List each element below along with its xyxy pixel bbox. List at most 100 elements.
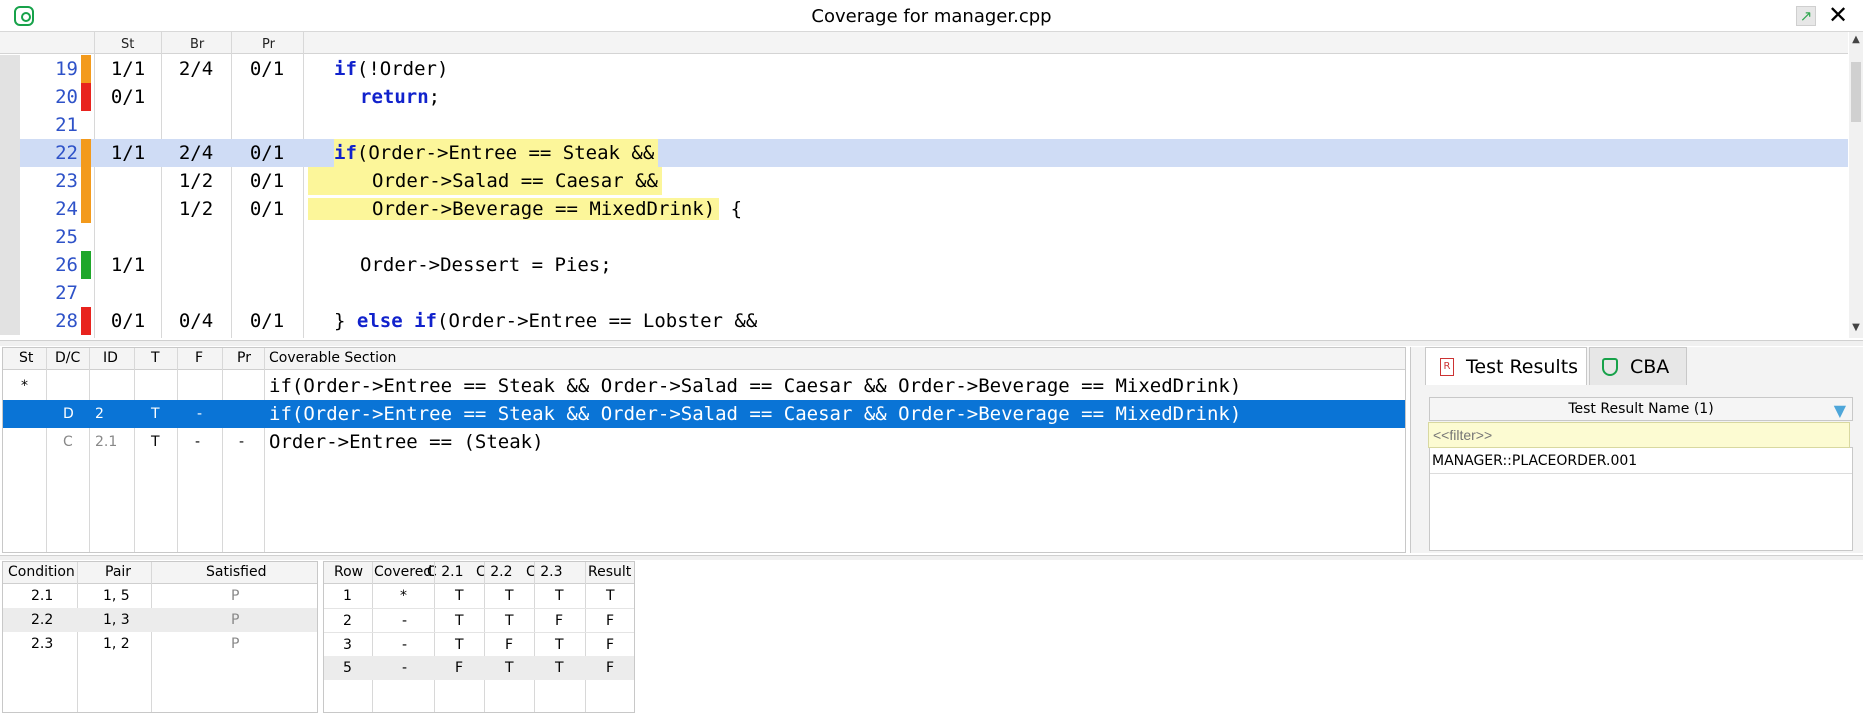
lower-splitter[interactable] [0, 555, 1863, 560]
pr-header[interactable]: Pr [237, 350, 251, 366]
truth-result: T [606, 588, 615, 604]
line-number: 22 [55, 142, 78, 164]
row-dc: D [63, 406, 74, 422]
code-line[interactable]: 28 0/1 0/4 0/1 } else if(Order->Entree =… [0, 307, 1848, 335]
test-results-list: MANAGER::PLACEORDER.001 [1429, 447, 1853, 551]
row-pr: - [239, 434, 245, 450]
condition-row[interactable]: 2.3 1, 2 P [3, 632, 317, 656]
row-section-text: Order->Entree == (Steak) [269, 431, 544, 453]
st-column-header[interactable]: St [121, 37, 134, 52]
section-row[interactable]: * if(Order->Entree == Steak && Order->Sa… [3, 372, 1405, 400]
dc-header[interactable]: D/C [55, 350, 80, 366]
sections-header: St D/C ID T F Pr Coverable Section [3, 348, 1405, 370]
condition-header[interactable]: Condition [8, 564, 75, 580]
condition-id: 2.3 [31, 636, 54, 652]
section-row-selected[interactable]: D 2 T - if(Order->Entree == Steak && Ord… [3, 400, 1405, 428]
tab-label: CBA [1630, 356, 1670, 378]
code-line[interactable]: 23 1/2 0/1 Order->Salad == Caesar && [0, 167, 1848, 195]
result-header[interactable]: Result [588, 564, 631, 580]
condition-satisfied: P [231, 588, 240, 604]
line-number: 27 [55, 282, 78, 304]
code-line[interactable]: 26 1/1 Order->Dessert = Pies; [0, 251, 1848, 279]
pr-column-header[interactable]: Pr [262, 37, 275, 52]
code-line[interactable]: 21 [0, 111, 1848, 139]
truth-c23: T [555, 637, 564, 653]
test-result-name-header[interactable]: Test Result Name (1) ▼ [1429, 397, 1853, 421]
pair-coverage: 0/1 [249, 310, 285, 332]
coverage-marker [81, 307, 91, 335]
truth-c23: T [555, 660, 564, 676]
filter-icon[interactable]: ▼ [1834, 400, 1846, 422]
code-line[interactable]: 19 1/1 2/4 0/1 if(!Order) [0, 55, 1848, 83]
tab-cba[interactable]: CBA [1589, 347, 1687, 385]
test-result-item[interactable]: MANAGER::PLACEORDER.001 [1430, 448, 1852, 474]
truth-covered: - [402, 637, 408, 653]
pair-coverage: 0/1 [249, 170, 285, 192]
t-header[interactable]: T [151, 350, 160, 366]
filter-input[interactable] [1428, 422, 1850, 448]
c22-header[interactable]: C 2.2 [476, 564, 513, 580]
row-header[interactable]: Row [334, 564, 363, 580]
row-dc: C [63, 434, 73, 450]
line-number: 24 [55, 198, 78, 220]
branch-coverage: 1/2 [178, 198, 214, 220]
line-number: 23 [55, 170, 78, 192]
code-line[interactable]: 25 [0, 223, 1848, 251]
truth-row-num: 5 [343, 660, 352, 676]
truth-row-num: 3 [343, 637, 352, 653]
pair-coverage: 0/1 [249, 142, 285, 164]
horizontal-splitter[interactable] [0, 340, 1863, 346]
c23-header[interactable]: C 2.3 [526, 564, 563, 580]
line-number: 28 [55, 310, 78, 332]
truth-c22: F [505, 637, 514, 653]
condition-pair: 1, 5 [103, 588, 130, 604]
window-title: Coverage for manager.cpp [811, 6, 1052, 27]
tab-label: Test Results [1466, 356, 1579, 378]
covered-header[interactable]: Covered [374, 564, 432, 580]
code-line-selected[interactable]: 22 1/1 2/4 0/1 if(Order->Entree == Steak… [0, 139, 1848, 167]
coverage-marker [81, 139, 91, 167]
pair-header[interactable]: Pair [105, 564, 131, 580]
coverage-window: Coverage for manager.cpp ↗ ✕ St Br Pr 19… [0, 0, 1863, 713]
test-results-icon: R [1440, 358, 1454, 376]
id-header[interactable]: ID [103, 350, 118, 366]
line-number: 19 [55, 58, 78, 80]
truth-row[interactable]: 1 * T T T T [324, 584, 634, 608]
truth-c22: T [505, 588, 514, 604]
truth-covered: * [400, 588, 407, 604]
tab-test-results[interactable]: R Test Results [1425, 347, 1587, 385]
st-header[interactable]: St [19, 350, 33, 366]
truth-row-num: 2 [343, 613, 352, 629]
code-line[interactable]: 24 1/2 0/1 Order->Beverage == MixedDrink… [0, 195, 1848, 223]
line-number: 26 [55, 254, 78, 276]
scroll-down-icon[interactable]: ▼ [1849, 322, 1863, 333]
truth-row[interactable]: 5 - F T T F [324, 656, 634, 680]
cba-shield-icon [1602, 358, 1618, 376]
satisfied-header[interactable]: Satisfied [206, 564, 266, 580]
truth-c23: F [555, 613, 564, 629]
code-line[interactable]: 20 0/1 return; [0, 83, 1848, 111]
coverable-section-header[interactable]: Coverable Section [269, 350, 396, 366]
code-line[interactable]: 27 [0, 279, 1848, 307]
row-t: T [151, 434, 160, 450]
title-bar: Coverage for manager.cpp ↗ ✕ [0, 0, 1863, 32]
c21-header[interactable]: C 2.1 [427, 564, 464, 580]
branch-coverage: 1/2 [178, 170, 214, 192]
test-results-panel: R Test Results CBA Test Result Name (1) … [1410, 347, 1863, 553]
row-section-text: if(Order->Entree == Steak && Order->Sala… [269, 375, 1242, 397]
statement-coverage: 1/1 [110, 58, 146, 80]
conditions-header: Condition Pair Satisfied [3, 562, 317, 584]
statement-coverage: 1/1 [110, 142, 146, 164]
close-icon[interactable]: ✕ [1826, 2, 1850, 28]
truth-row[interactable]: 2 - T T F F [324, 608, 634, 632]
scroll-up-icon[interactable]: ▲ [1849, 34, 1863, 45]
br-column-header[interactable]: Br [190, 37, 204, 52]
condition-row[interactable]: 2.1 1, 5 P [3, 584, 317, 608]
popout-icon[interactable]: ↗ [1796, 6, 1816, 26]
source-code: Order->Dessert = Pies; [360, 254, 612, 276]
f-header[interactable]: F [195, 350, 203, 366]
condition-row[interactable]: 2.2 1, 3 P [3, 608, 317, 632]
scrollbar-thumb[interactable] [1851, 62, 1861, 122]
section-row[interactable]: C 2.1 T - - Order->Entree == (Steak) [3, 428, 1405, 456]
truth-row[interactable]: 3 - T F T F [324, 632, 634, 656]
